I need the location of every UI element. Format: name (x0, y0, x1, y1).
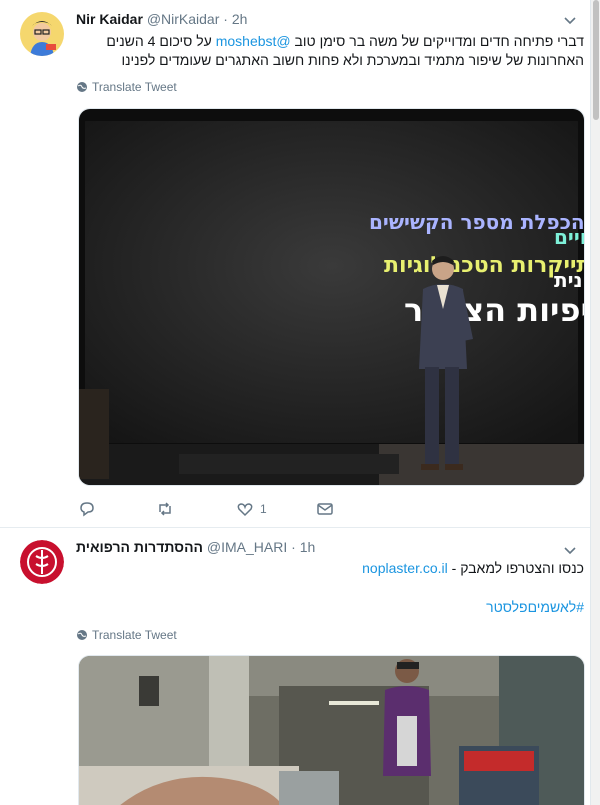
chevron-down-icon[interactable] (562, 542, 578, 558)
author-handle[interactable]: @NirKaidar (147, 11, 220, 27)
hashtag-link[interactable]: #לאשמיםפלסטר (486, 599, 584, 615)
slide-line-4: התייקרות הטכנולוגיות (384, 253, 584, 278)
tweet-header: ההסתדרות הרפואית @IMA_HARI · 1h (76, 538, 315, 556)
tweet-actions: 1 (78, 499, 378, 519)
scrollbar-thumb[interactable] (593, 0, 599, 120)
mention-link[interactable]: @moshebst (216, 33, 291, 49)
like-count: 1 (260, 502, 267, 516)
conference-photo: עליה בתוחלת החיים הכפלת מספר הקשישים עלי… (79, 109, 584, 485)
tweet-image[interactable]: עליה בתוחלת החיים הכפלת מספר הקשישים עלי… (78, 108, 585, 486)
retweet-button[interactable] (156, 499, 180, 519)
tweet-text-part1: דברי פתיחה חדים ומדוייקים של משה בר סימן… (294, 33, 584, 49)
separator-dot: · (291, 539, 296, 555)
author-name[interactable]: Nir Kaidar (76, 11, 143, 27)
separator-dot: · (223, 11, 228, 27)
like-icon (237, 503, 253, 517)
tweet-header: Nir Kaidar @NirKaidar · 2h (76, 10, 247, 28)
tweet[interactable]: Nir Kaidar @NirKaidar · 2h דברי פתיחה חד… (0, 0, 590, 528)
timeline-feed: Nir Kaidar @NirKaidar · 2h דברי פתיחה חד… (0, 0, 590, 805)
slide-line-2: הכפלת מספר הקשישים (369, 210, 584, 234)
avatar[interactable] (20, 12, 64, 56)
retweet-icon (159, 502, 171, 516)
translate-label: Translate Tweet (92, 80, 177, 94)
avatar[interactable] (20, 540, 64, 584)
timestamp[interactable]: 2h (232, 11, 248, 27)
hashtag-line: #לאשמיםפלסטר (76, 598, 584, 617)
globe-icon (77, 82, 87, 92)
translate-tweet-button[interactable]: Translate Tweet (76, 628, 177, 642)
tweet-text: דברי פתיחה חדים ומדוייקים של משה בר סימן… (76, 32, 584, 70)
timestamp[interactable]: 1h (300, 539, 316, 555)
hospital-corridor-photo (79, 656, 584, 805)
like-button[interactable]: 1 (236, 499, 267, 519)
reply-icon (80, 502, 94, 517)
globe-icon (77, 630, 87, 640)
external-link[interactable]: noplaster.co.il (362, 560, 448, 576)
dm-icon (317, 503, 333, 515)
tweet-text: כנסו והצטרפו למאבק - noplaster.co.il (76, 559, 584, 578)
author-handle[interactable]: @IMA_HARI (207, 539, 287, 555)
tweet-text-body: כנסו והצטרפו למאבק - (451, 560, 584, 576)
translate-label: Translate Tweet (92, 628, 177, 642)
tweet[interactable]: ההסתדרות הרפואית @IMA_HARI · 1h כנסו והצ… (0, 528, 590, 805)
scrollbar[interactable] (590, 0, 600, 805)
reply-button[interactable] (78, 499, 102, 519)
author-name[interactable]: ההסתדרות הרפואית (76, 539, 203, 555)
direct-message-button[interactable] (316, 499, 334, 519)
tweet-image[interactable] (78, 655, 585, 805)
chevron-down-icon[interactable] (562, 12, 578, 28)
translate-tweet-button[interactable]: Translate Tweet (76, 80, 177, 94)
